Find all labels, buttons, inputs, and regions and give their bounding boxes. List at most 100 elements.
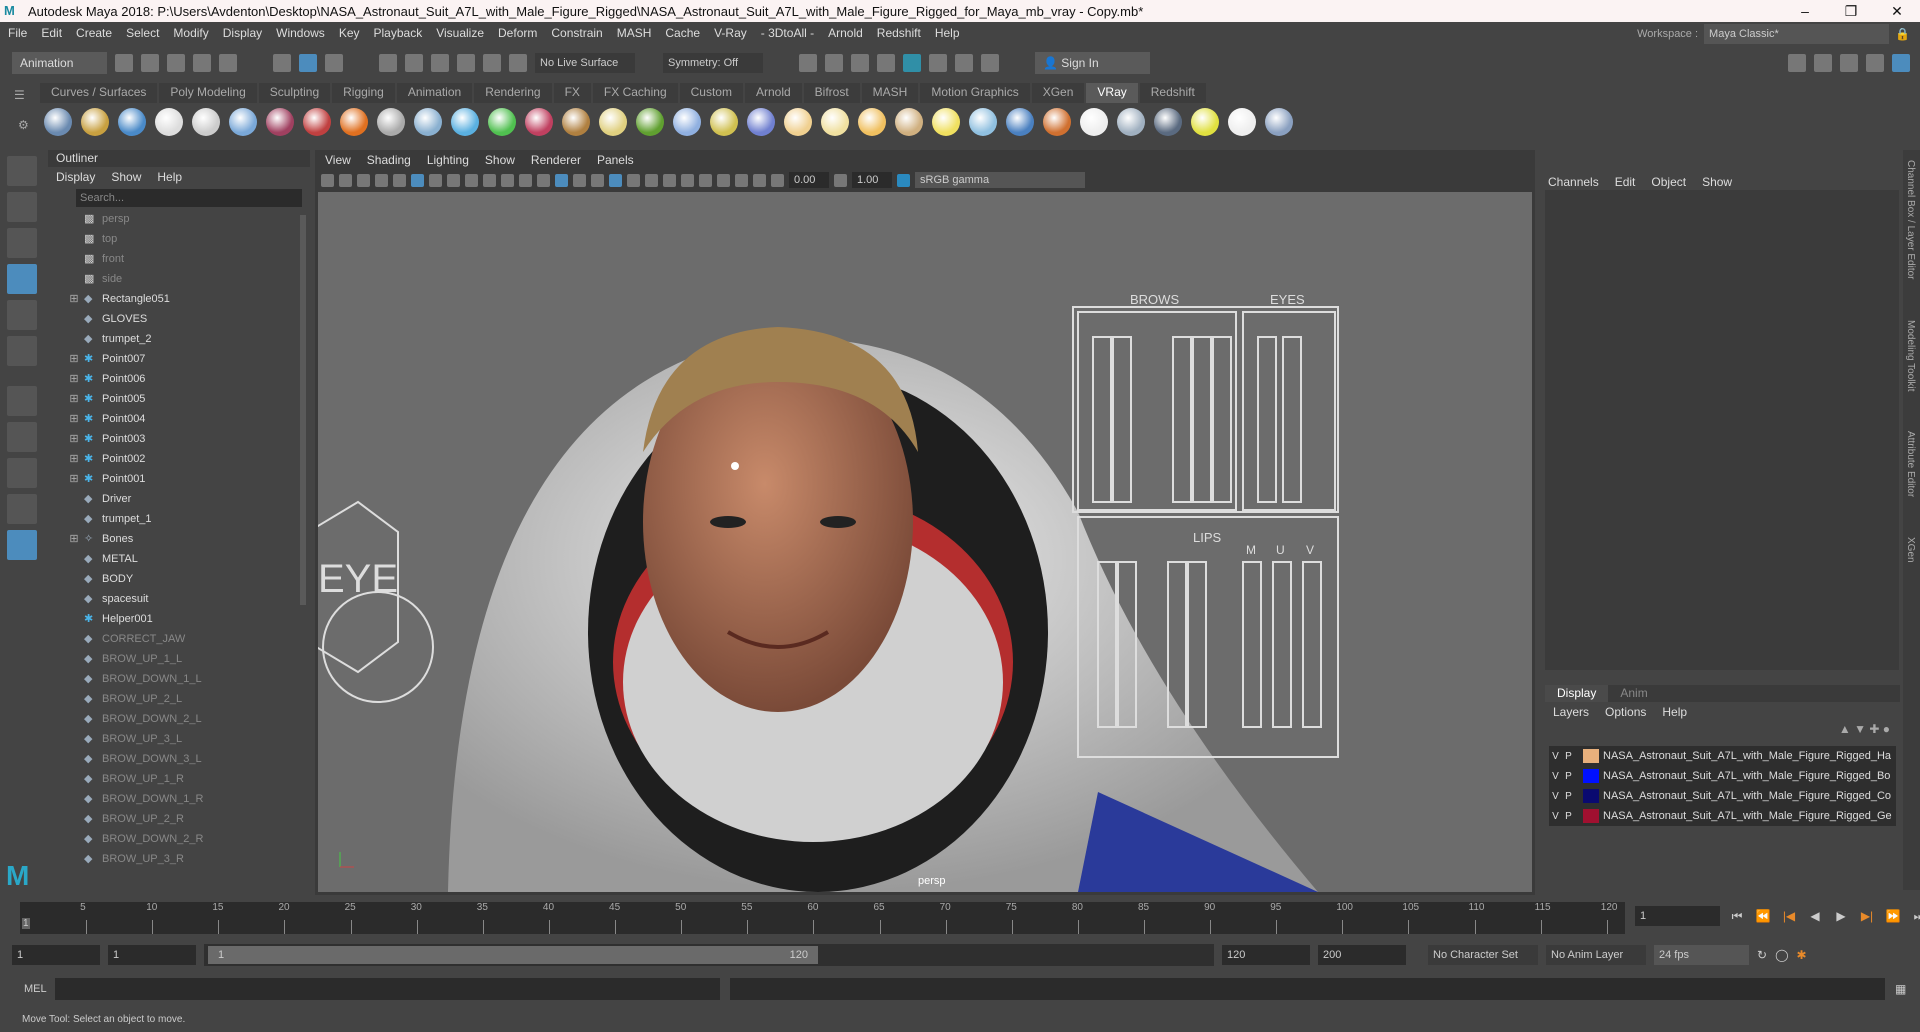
shelf-tool-icon[interactable]: [932, 108, 960, 136]
view-transform-dropdown[interactable]: sRGB gamma: [915, 172, 1085, 188]
exposure-field[interactable]: 0.00: [789, 172, 829, 188]
outliner-item[interactable]: ◆ BROW_UP_1_L: [48, 649, 310, 669]
grid-icon[interactable]: [411, 173, 424, 187]
viewport-menu-panels[interactable]: Panels: [597, 150, 634, 170]
outliner-scrollbar[interactable]: [300, 215, 306, 605]
outliner-item[interactable]: ◆ trumpet_2: [48, 329, 310, 349]
snap-pivot-icon[interactable]: [509, 54, 527, 72]
shelf-tool-icon[interactable]: [1006, 108, 1034, 136]
layer-row[interactable]: V P NASA_Astronaut_Suit_A7L_with_Male_Figu…: [1549, 806, 1896, 826]
last-tool-icon[interactable]: [7, 386, 37, 416]
camera-select-icon[interactable]: [339, 173, 352, 187]
character-controls-icon[interactable]: [1814, 54, 1832, 72]
shelf-tool-icon[interactable]: [155, 108, 183, 136]
outliner-item[interactable]: ⊞ ✱ Point007: [48, 349, 310, 369]
lock-icon[interactable]: 🔒: [1895, 27, 1910, 41]
menu-constrain[interactable]: Constrain: [551, 26, 602, 40]
menu-mash[interactable]: MASH: [617, 26, 652, 40]
smooth-shade-icon[interactable]: [555, 173, 568, 187]
shelf-tool-icon[interactable]: [1265, 108, 1293, 136]
menu-playback[interactable]: Playback: [374, 26, 423, 40]
outliner-item[interactable]: ◆ BROW_UP_2_L: [48, 689, 310, 709]
shelf-settings-icon[interactable]: ⚙: [18, 118, 29, 132]
snap-point-icon[interactable]: [431, 54, 449, 72]
outliner-item[interactable]: ◆ BROW_DOWN_2_R: [48, 829, 310, 849]
rotate-tool-icon[interactable]: [7, 300, 37, 330]
outliner-item[interactable]: ◆ trumpet_1: [48, 509, 310, 529]
shelf-tool-icon[interactable]: [1154, 108, 1182, 136]
viewport-menu-lighting[interactable]: Lighting: [427, 150, 469, 170]
shelf-tool-icon[interactable]: [1043, 108, 1071, 136]
outliner-item[interactable]: ▩ front: [48, 249, 310, 269]
shelf-tab-redshift[interactable]: Redshift: [1139, 83, 1206, 103]
shelf-tool-icon[interactable]: [1191, 108, 1219, 136]
side-tab-2[interactable]: Attribute Editor: [1905, 431, 1916, 497]
outliner-item[interactable]: ◆ BROW_DOWN_1_R: [48, 789, 310, 809]
four-view-layout-icon[interactable]: [7, 458, 37, 488]
shelf-tool-icon[interactable]: [710, 108, 738, 136]
exposure-icon[interactable]: [771, 173, 784, 187]
outliner-item[interactable]: ◆ BROW_UP_2_R: [48, 809, 310, 829]
vray-icon[interactable]: [321, 173, 334, 187]
outliner-item[interactable]: ⊞ ✱ Point002: [48, 449, 310, 469]
visibility-toggle[interactable]: V: [1549, 811, 1562, 822]
visibility-toggle[interactable]: V: [1549, 771, 1562, 782]
outliner-item[interactable]: ▩ persp: [48, 209, 310, 229]
playback-toggle[interactable]: P: [1562, 791, 1575, 802]
render-sequence-icon[interactable]: [825, 54, 843, 72]
channel-box-menu-edit[interactable]: Edit: [1615, 172, 1636, 192]
shelf-tool-icon[interactable]: [451, 108, 479, 136]
shelf-tab-motion-graphics[interactable]: Motion Graphics: [920, 83, 1030, 103]
shelf-tool-icon[interactable]: [747, 108, 775, 136]
mel-label[interactable]: MEL: [0, 983, 55, 995]
lights-icon[interactable]: [627, 173, 640, 187]
new-scene-icon[interactable]: [115, 54, 133, 72]
mel-input[interactable]: [55, 978, 720, 1000]
animation-end-field[interactable]: 200: [1318, 945, 1406, 965]
close-button[interactable]: ✕: [1874, 0, 1920, 22]
shelf-tool-icon[interactable]: [229, 108, 257, 136]
play-backwards-icon[interactable]: ◀: [1806, 909, 1824, 923]
outliner-item[interactable]: ⊞ ✱ Point006: [48, 369, 310, 389]
playback-start-field[interactable]: 1: [108, 945, 196, 965]
animation-start-field[interactable]: 1: [12, 945, 100, 965]
shelf-tool-icon[interactable]: [895, 108, 923, 136]
xray-icon[interactable]: [735, 173, 748, 187]
outliner-item[interactable]: ⊞ ✱ Point001: [48, 469, 310, 489]
step-forward-icon[interactable]: ⏩: [1884, 909, 1902, 923]
bookmark-icon[interactable]: [375, 173, 388, 187]
shelf-tool-icon[interactable]: [44, 108, 72, 136]
menu-visualize[interactable]: Visualize: [436, 26, 484, 40]
anim-layer-dropdown[interactable]: No Anim Layer: [1546, 945, 1646, 965]
layer-color-swatch[interactable]: [1583, 749, 1599, 763]
shelf-tab-xgen[interactable]: XGen: [1031, 83, 1085, 103]
symmetry-dropdown[interactable]: Symmetry: Off: [663, 53, 763, 73]
shelf-tab-animation[interactable]: Animation: [396, 83, 473, 103]
menu-cache[interactable]: Cache: [665, 26, 700, 40]
loop-icon[interactable]: ↻: [1757, 948, 1767, 962]
shadows-icon[interactable]: [645, 173, 658, 187]
shelf-tool-icon[interactable]: [562, 108, 590, 136]
expand-icon[interactable]: ⊞: [68, 469, 80, 489]
menu-key[interactable]: Key: [339, 26, 360, 40]
step-forward-key-icon[interactable]: ▶|: [1858, 909, 1876, 923]
visibility-toggle[interactable]: V: [1549, 751, 1562, 762]
playback-toggle[interactable]: P: [1562, 751, 1575, 762]
single-perspective-layout-icon[interactable]: [7, 422, 37, 452]
undo-icon[interactable]: [193, 54, 211, 72]
shelf-tool-icon[interactable]: [1228, 108, 1256, 136]
move-layer-up-icon[interactable]: ▲: [1839, 722, 1851, 736]
shelf-tool-icon[interactable]: [303, 108, 331, 136]
wireframe-icon[interactable]: [537, 173, 550, 187]
wireframe-on-shaded-icon[interactable]: [591, 173, 604, 187]
auto-key-icon[interactable]: ◯: [1775, 948, 1788, 962]
film-gate-icon[interactable]: [429, 173, 442, 187]
tools-icon[interactable]: [955, 54, 973, 72]
open-scene-icon[interactable]: [141, 54, 159, 72]
shelf-tool-icon[interactable]: [821, 108, 849, 136]
script-editor-icon[interactable]: ▦: [1895, 982, 1906, 996]
character-set-dropdown[interactable]: No Character Set: [1428, 945, 1538, 965]
channel-box-menu-show[interactable]: Show: [1702, 172, 1732, 192]
outliner-item[interactable]: ◆ Driver: [48, 489, 310, 509]
outliner-item[interactable]: ◆ BROW_UP_3_L: [48, 729, 310, 749]
